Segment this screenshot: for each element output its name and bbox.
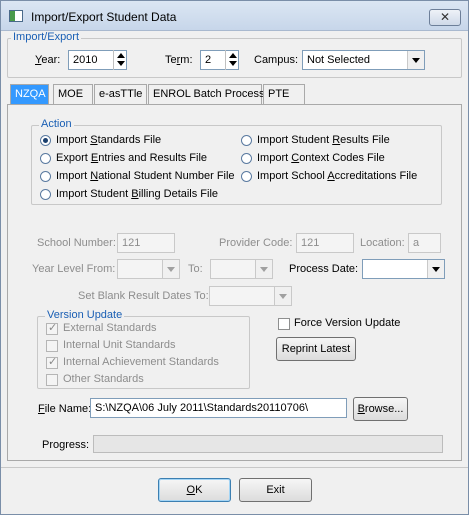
provider-code-label: Provider Code: — [219, 237, 293, 249]
location-label: Location: — [360, 237, 405, 249]
checkbox-label-external-standards: External Standards — [63, 322, 157, 334]
chevron-down-icon[interactable] — [407, 51, 424, 69]
radio-import-context-codes[interactable] — [241, 153, 252, 164]
checkbox-label-internal-achievement-standards: Internal Achievement Standards — [63, 356, 219, 368]
radio-import-accreditations[interactable] — [241, 171, 252, 182]
year-label: Year: — [35, 54, 61, 66]
exit-button[interactable]: Exit — [239, 478, 312, 502]
checkbox-external-standards[interactable] — [46, 321, 58, 335]
radio-label-import-billing: Import Student Billing Details File — [56, 188, 219, 200]
file-name-field[interactable]: S:\NZQA\06 July 2011\Standards20110706\ — [90, 398, 347, 418]
chevron-down-icon[interactable] — [162, 260, 179, 278]
checkbox-label-other-standards: Other Standards — [63, 373, 144, 385]
location-value: a — [413, 237, 420, 249]
tab-e-asttle[interactable]: e-asTTle — [94, 84, 147, 104]
provider-code-value: 121 — [301, 237, 320, 249]
spin-up-icon[interactable] — [229, 53, 237, 58]
radio-import-standards[interactable] — [40, 135, 51, 146]
provider-code-field[interactable]: 121 — [296, 233, 354, 253]
version-update-legend: Version Update — [45, 309, 125, 321]
year-level-to-select[interactable] — [210, 259, 273, 279]
radio-export-entries[interactable] — [40, 153, 51, 164]
school-number-label: School Number: — [37, 237, 116, 249]
location-field[interactable]: a — [408, 233, 441, 253]
checkbox-label-internal-unit-standards: Internal Unit Standards — [63, 339, 176, 351]
radio-import-nsn[interactable] — [40, 171, 51, 182]
year-spinner[interactable] — [113, 50, 126, 70]
radio-label-import-context-codes: Import Context Codes File — [257, 152, 385, 164]
tab-enrol-batch-process[interactable]: ENROL Batch Process — [148, 84, 264, 104]
checkbox-label-force-version-update: Force Version Update — [294, 317, 401, 329]
term-value: 2 — [205, 54, 212, 66]
term-label: Term: — [165, 54, 193, 66]
file-name-value: S:\NZQA\06 July 2011\Standards20110706\ — [95, 402, 309, 414]
radio-import-results[interactable] — [241, 135, 252, 146]
ok-button[interactable]: OK — [158, 478, 231, 502]
radio-label-export-entries: Export Entries and Results File — [56, 152, 208, 164]
file-name-label: File Name: — [38, 403, 92, 415]
radio-label-import-nsn: Import National Student Number File — [56, 170, 235, 182]
chevron-down-icon[interactable] — [274, 287, 291, 305]
radio-import-billing[interactable] — [40, 189, 51, 200]
chevron-down-icon[interactable] — [427, 260, 444, 278]
campus-value: Not Selected — [307, 54, 370, 66]
spin-up-icon[interactable] — [117, 53, 125, 58]
window-title: Import/Export Student Data — [31, 10, 177, 24]
year-level-from-select[interactable] — [117, 259, 180, 279]
checkbox-other-standards[interactable] — [46, 374, 58, 386]
app-icon — [9, 10, 23, 22]
import-export-legend: Import/Export — [11, 31, 82, 43]
title-bar: Import/Export Student Data ✕ — [1, 1, 468, 31]
school-number-value: 121 — [122, 237, 141, 249]
to-label: To: — [188, 263, 203, 275]
spin-down-icon[interactable] — [117, 61, 125, 66]
chevron-down-icon[interactable] — [255, 260, 272, 278]
term-spinner[interactable] — [225, 50, 238, 70]
progress-bar — [93, 435, 443, 453]
process-date-label: Process Date: — [289, 263, 359, 275]
reprint-latest-button[interactable]: Reprint Latest — [276, 337, 356, 361]
browse-button[interactable]: Browse... — [353, 397, 408, 421]
blank-result-dates-select[interactable] — [209, 286, 292, 306]
process-date-select[interactable] — [362, 259, 445, 279]
close-button[interactable]: ✕ — [429, 9, 461, 26]
radio-label-import-accreditations: Import School Accreditations File — [257, 170, 418, 182]
tab-pte[interactable]: PTE — [263, 84, 305, 104]
radio-label-import-results: Import Student Results File — [257, 134, 390, 146]
checkbox-internal-unit-standards[interactable] — [46, 340, 58, 352]
checkbox-force-version-update[interactable] — [278, 318, 290, 330]
radio-label-import-standards: Import Standards File — [56, 134, 162, 146]
spin-down-icon[interactable] — [229, 61, 237, 66]
campus-label: Campus: — [254, 54, 299, 66]
year-value: 2010 — [73, 54, 98, 66]
year-level-from-label: Year Level From: — [32, 263, 116, 275]
progress-label: Progress: — [42, 439, 90, 451]
blank-result-dates-label: Set Blank Result Dates To: — [78, 290, 209, 302]
divider — [1, 467, 468, 468]
campus-select[interactable]: Not Selected — [302, 50, 425, 70]
tab-moe[interactable]: MOE — [53, 84, 93, 104]
action-legend: Action — [39, 118, 74, 130]
checkbox-internal-achievement-standards[interactable] — [46, 355, 58, 369]
school-number-field[interactable]: 121 — [117, 233, 175, 253]
tab-nzqa[interactable]: NZQA — [10, 84, 49, 105]
import-export-dialog: Import/Export Student Data ✕ Import/Expo… — [0, 0, 469, 515]
